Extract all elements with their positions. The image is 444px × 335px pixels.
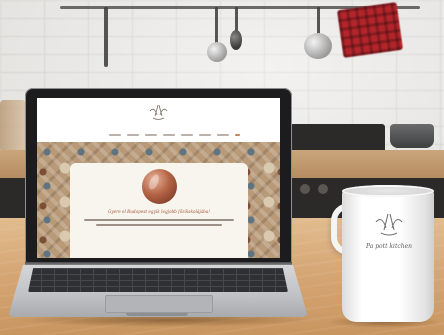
hero-paragraph-line [84, 219, 234, 221]
website-header [37, 98, 280, 140]
hero-card: Gyere el Budapest egyik legjobb főzőisko… [70, 163, 248, 258]
stove-knob-icon [300, 184, 310, 194]
website-nav [89, 132, 259, 138]
hanging-utensil-icon [104, 7, 108, 67]
mug-brand-text: Pa pott kitchen [365, 243, 413, 250]
ladle-icon [304, 33, 332, 59]
hero-headline: Gyere el Budapest egyik legjobb főzőisko… [108, 209, 210, 214]
photo-scene: Gyere el Budapest egyik legjobb főzőisko… [0, 0, 444, 335]
website-hero: Gyere el Budapest egyik legjobb főzőisko… [37, 142, 280, 258]
nav-item[interactable] [108, 134, 121, 136]
nav-item[interactable] [216, 134, 229, 136]
laptop-keyboard[interactable] [28, 268, 288, 292]
hero-paragraph-line [96, 224, 222, 226]
ladle-icon [207, 42, 227, 62]
laptop-front-notch [126, 313, 188, 316]
hanging-utensil-icon [215, 7, 218, 45]
mug-rim [342, 185, 434, 197]
wooden-jar [0, 100, 26, 152]
nav-item[interactable] [162, 134, 175, 136]
spoon-icon [230, 30, 242, 50]
nav-item[interactable] [144, 134, 157, 136]
stove-knob-icon [318, 184, 328, 194]
nav-item[interactable] [126, 134, 139, 136]
cooking-pot [390, 124, 434, 148]
whisk-logo-icon [375, 213, 403, 236]
laptop-screen: Gyere el Budapest egyik legjobb főzőisko… [37, 98, 280, 258]
red-plaid-towel [336, 2, 404, 58]
nav-item[interactable] [180, 134, 193, 136]
nav-item[interactable] [198, 134, 211, 136]
hero-image [142, 169, 177, 204]
laptop-trackpad[interactable] [105, 295, 213, 313]
whisk-logo-icon [149, 104, 168, 120]
nav-item-highlight[interactable] [234, 134, 240, 136]
